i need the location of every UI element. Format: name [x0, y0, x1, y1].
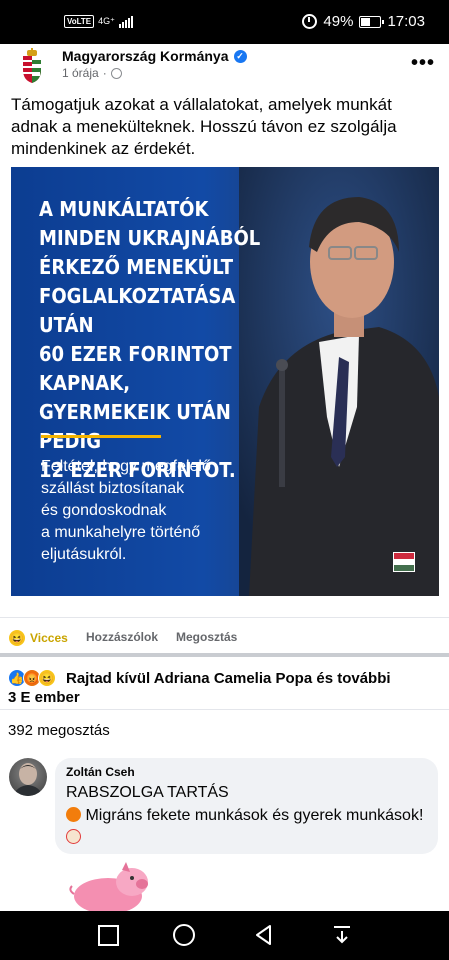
post-header: Magyarország Kormánya ✓ 1 órája · •••: [0, 44, 449, 94]
pumpkin-emoji-icon: [66, 807, 81, 822]
comment-author[interactable]: Zoltán Cseh: [66, 765, 135, 779]
hungarian-flag-icon: [393, 552, 415, 572]
shares-count[interactable]: 392 megosztás: [8, 722, 110, 739]
action-bar: 😆 Vicces Hozzászólok Megosztás: [0, 617, 449, 654]
status-bar: VoLTE 4G⁺ 49% 17:03: [0, 0, 449, 44]
comment-bubble[interactable]: Zoltán Cseh RABSZOLGA TARTÁS Migráns fek…: [55, 758, 438, 854]
reactions-summary-text[interactable]: Rajtad kívül Adriana Camelia Popa és tov…: [66, 669, 441, 689]
haha-emoji-icon: 😆: [38, 669, 56, 687]
volte-badge: VoLTE: [64, 15, 95, 28]
signal-icon: [118, 15, 133, 28]
reactions-summary-count[interactable]: 3 E ember: [8, 689, 80, 706]
reaction-label: Vicces: [30, 631, 68, 645]
image-headline: A MUNKÁLTATÓK MINDEN UKRAJNÁBÓL ÉRKEZŐ M…: [39, 197, 261, 482]
page-name-row[interactable]: Magyarország Kormánya ✓: [62, 48, 247, 64]
post-text: Támogatjuk azokat a vállalatokat, amelye…: [11, 95, 397, 158]
post-image[interactable]: A MUNKÁLTATÓK MINDEN UKRAJNÁBÓL ÉRKEZŐ M…: [11, 167, 439, 596]
accent-line: [41, 435, 161, 438]
network-indicators: VoLTE 4G⁺: [64, 15, 133, 28]
notification-pull-icon[interactable]: [330, 923, 354, 947]
pig-sticker: [69, 862, 148, 912]
battery-percent: 49%: [323, 13, 354, 30]
reactions-summary[interactable]: 👍 😡 😆 Rajtad kívül Adriana Camelia Popa …: [0, 653, 449, 713]
recent-apps-icon[interactable]: [96, 923, 120, 947]
status-right: 49% 17:03: [302, 13, 425, 30]
home-icon[interactable]: [172, 923, 196, 947]
page-name[interactable]: Magyarország Kormánya: [62, 48, 229, 64]
globe-icon: [110, 67, 122, 79]
back-icon[interactable]: [252, 923, 276, 947]
alarm-icon: [302, 14, 318, 29]
share-button[interactable]: Megosztás: [176, 630, 237, 644]
verified-badge-icon: ✓: [233, 49, 247, 63]
image-subtext: Feltétel, hogy megfelelő szállást biztos…: [41, 458, 211, 563]
shares-row[interactable]: 392 megosztás: [0, 709, 449, 754]
post-meta: 1 órája ·: [62, 66, 122, 80]
haha-emoji-icon: 😆: [9, 630, 25, 646]
more-options-icon[interactable]: •••: [411, 52, 435, 75]
page-avatar-coat-of-arms-icon[interactable]: [14, 48, 50, 84]
network-type: 4G⁺: [98, 16, 115, 26]
clock: 17:03: [387, 13, 425, 30]
post-time[interactable]: 1 órája: [62, 66, 99, 80]
comment-text-line1: RABSZOLGA TARTÁS: [66, 784, 229, 801]
clown-emoji-icon: [66, 829, 81, 844]
comment-button[interactable]: Hozzászólok: [86, 630, 158, 644]
reaction-emojis: 👍 😡 😆: [8, 669, 56, 687]
comment-avatar[interactable]: [9, 758, 47, 796]
system-nav-bar: [0, 911, 449, 960]
reaction-button[interactable]: 😆 Vicces: [9, 630, 68, 646]
comment-text-line2: Migráns fekete munkások és gyerek munkás…: [66, 805, 426, 849]
battery-icon: [359, 15, 385, 28]
